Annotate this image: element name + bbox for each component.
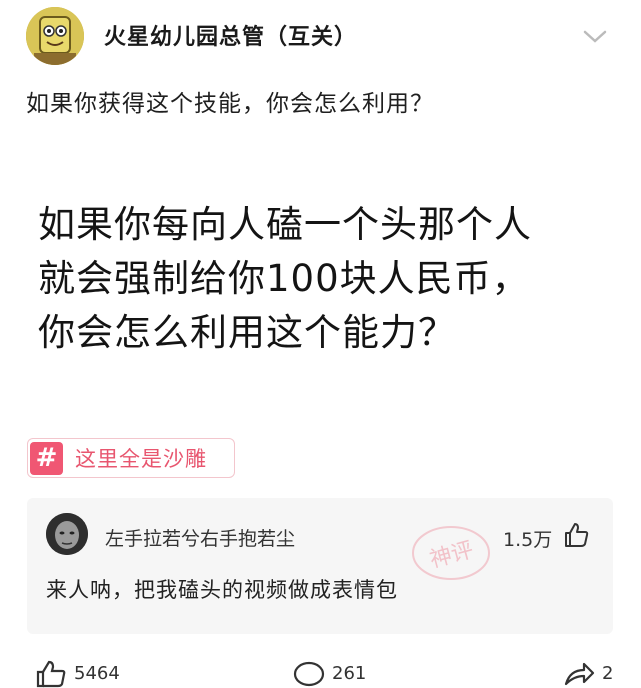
share-count: 2	[602, 662, 614, 684]
like-count: 5464	[74, 662, 120, 684]
comment-button[interactable]: 261	[292, 658, 366, 688]
commenter-avatar[interactable]	[46, 513, 88, 555]
hash-icon: #	[30, 441, 63, 475]
top-comment-card[interactable]: 左手拉若兮右手抱若尘 神评 1.5万 来人呐，把我磕头的视频做成表情包	[27, 498, 613, 634]
yellow-cartoon-avatar-icon	[26, 7, 84, 65]
comment-count: 261	[332, 662, 367, 684]
post-header: 火星幼儿园总管（互关）	[0, 0, 641, 78]
comment-bubble-icon	[293, 661, 325, 687]
image-text-line: 如果你每向人磕一个头那个人	[38, 203, 532, 246]
thumbs-up-icon	[36, 660, 66, 688]
topic-tag-label: 这里全是沙雕	[75, 447, 207, 471]
action-bar: 5464 261 2	[0, 650, 641, 688]
author-name[interactable]: 火星幼儿园总管（互关）	[104, 19, 357, 51]
comment-text: 来人呐，把我磕头的视频做成表情包	[46, 578, 398, 602]
thumbs-up-icon[interactable]	[562, 521, 590, 549]
share-button[interactable]: 2	[562, 658, 613, 688]
image-text-line: 你会怎么利用这个能力？	[38, 311, 456, 354]
stamp-text: 神评	[427, 538, 476, 574]
comment-like-count: 1.5万	[503, 529, 553, 551]
commenter-username[interactable]: 左手拉若兮右手抱若尘	[105, 524, 295, 551]
hot-comment-stamp-icon: 神评	[412, 526, 490, 580]
face-avatar-icon	[46, 513, 88, 555]
share-arrow-icon	[564, 662, 595, 686]
like-button[interactable]: 5464	[34, 658, 120, 688]
post-question: 如果你获得这个技能，你会怎么利用？	[26, 91, 434, 117]
author-avatar[interactable]	[26, 7, 84, 65]
chevron-down-icon[interactable]	[582, 28, 608, 46]
image-text-line: 就会强制给你100块人民币，	[38, 257, 530, 300]
post-image-text[interactable]: 如果你每向人磕一个头那个人 就会强制给你100块人民币， 你会怎么利用这个能力？	[38, 198, 618, 360]
topic-tag[interactable]: # 这里全是沙雕	[27, 438, 235, 478]
